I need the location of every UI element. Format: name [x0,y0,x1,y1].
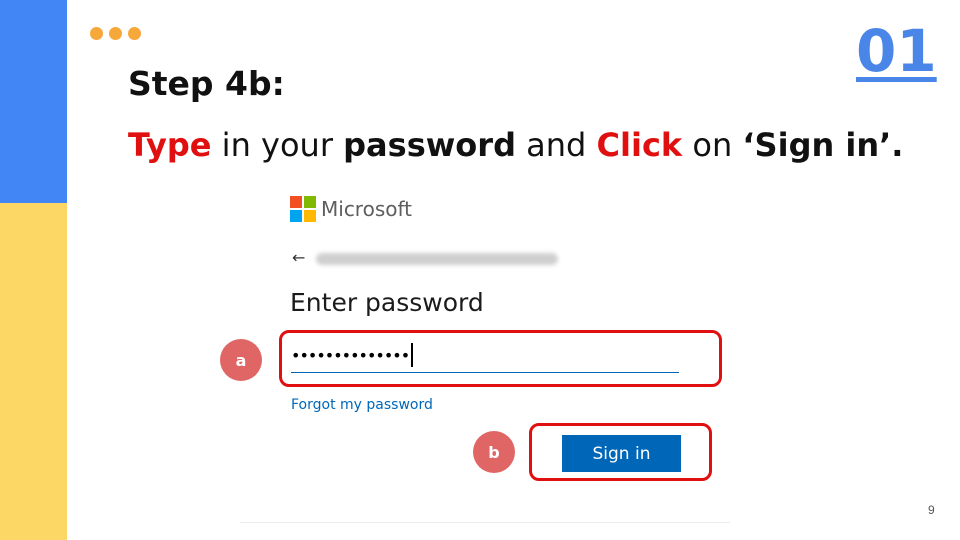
instruction-text-part: in your [211,126,344,164]
dot [109,27,122,40]
dot [128,27,141,40]
instruction-text-part: on [682,126,743,164]
dot [90,27,103,40]
microsoft-brand-name: Microsoft [321,197,413,221]
instruction-text: Type in your password and Click on ‘Sign… [128,126,904,164]
more-dots-icon [90,27,141,40]
callout-badge-b: b [473,431,515,473]
blurred-email-address [316,253,558,265]
highlight-signin-box [529,423,712,481]
panel-divider [240,522,730,523]
forgot-password-link[interactable]: Forgot my password [291,397,433,413]
callout-badge-a: a [220,339,262,381]
logo-square-green [304,196,316,208]
enter-password-heading: Enter password [290,288,484,317]
back-arrow-icon[interactable]: ← [292,248,305,267]
page-number: 9 [928,503,935,517]
instruction-signin-word: ‘Sign in’. [742,126,904,164]
logo-square-yellow [304,210,316,222]
instruction-text-part: and [515,126,597,164]
step-number: 01 [856,17,937,85]
instruction-password-word: password [343,126,516,164]
logo-square-red [290,196,302,208]
decorative-yellow-bar [0,203,67,540]
step-title: Step 4b: [128,64,285,103]
microsoft-logo-icon [290,196,316,222]
logo-square-blue [290,210,302,222]
decorative-blue-bar [0,0,67,203]
instruction-click-word: Click [596,126,683,164]
instruction-type-word: Type [128,126,212,164]
highlight-password-box [279,330,722,387]
